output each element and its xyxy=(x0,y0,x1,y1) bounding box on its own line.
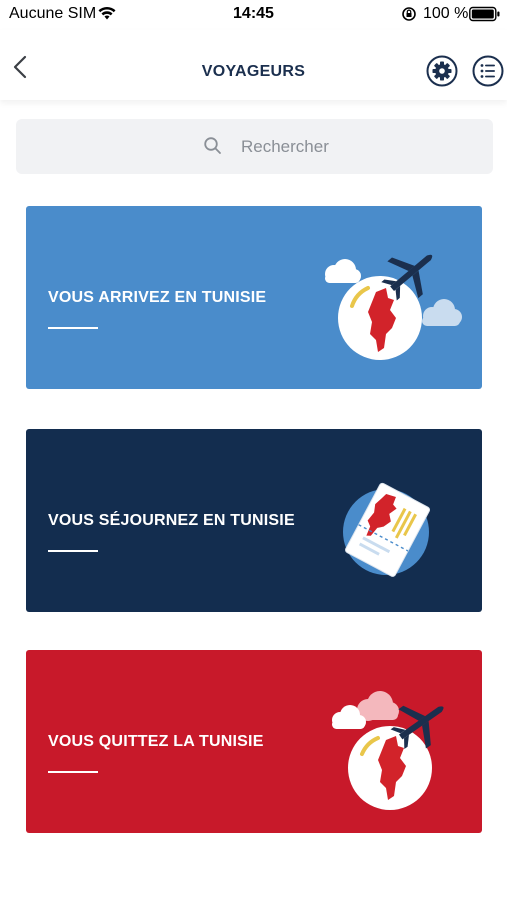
battery-percent: 100 % xyxy=(423,5,469,22)
gear-icon[interactable] xyxy=(426,55,458,87)
passport-ticket-icon xyxy=(343,482,431,577)
card-stay[interactable]: VOUS SÉJOURNEZ EN TUNISIE xyxy=(26,429,482,612)
search-placeholder: Rechercher xyxy=(241,137,329,156)
rotation-lock-icon xyxy=(402,7,416,21)
search-bar[interactable]: Rechercher xyxy=(16,119,493,174)
navigation-bar: VOYAGEURS xyxy=(0,30,507,100)
search-icon xyxy=(204,137,221,154)
card-leave-label: VOUS QUITTEZ LA TUNISIE xyxy=(48,733,264,750)
card-arrive-label: VOUS ARRIVEZ EN TUNISIE xyxy=(48,289,267,306)
list-menu-icon[interactable] xyxy=(472,55,504,87)
card-stay-label: VOUS SÉJOURNEZ EN TUNISIE xyxy=(48,512,295,529)
card-underline xyxy=(48,771,98,773)
globe-plane-departure-icon xyxy=(332,691,444,810)
card-underline xyxy=(48,327,98,329)
status-bar: Aucune SIM 14:45 100 % xyxy=(0,0,507,28)
card-leave[interactable]: VOUS QUITTEZ LA TUNISIE xyxy=(26,650,482,833)
globe-plane-icon xyxy=(325,254,462,360)
battery-icon xyxy=(469,6,500,22)
card-underline xyxy=(48,550,98,552)
card-arrive[interactable]: VOUS ARRIVEZ EN TUNISIE xyxy=(26,206,482,389)
